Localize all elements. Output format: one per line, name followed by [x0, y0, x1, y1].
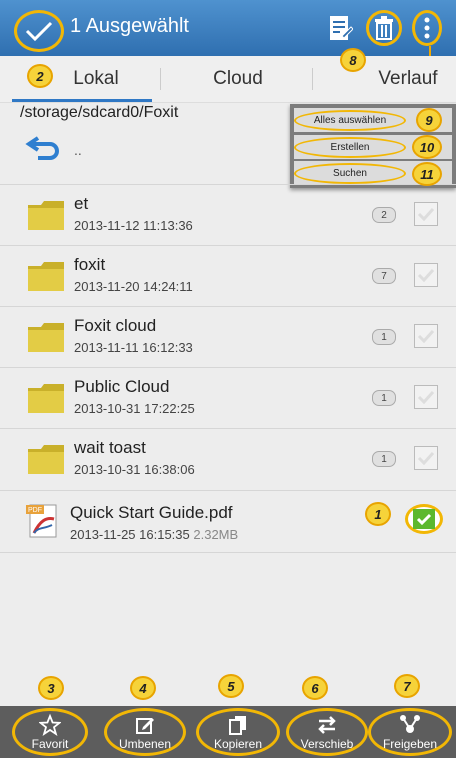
favorite-button[interactable]: Favorit — [12, 708, 88, 756]
folder-icon — [28, 201, 64, 230]
rename-label: Umbenen — [118, 737, 172, 751]
back-arrow-icon[interactable] — [24, 134, 64, 165]
favorite-label: Favorit — [31, 737, 69, 751]
star-icon — [39, 713, 61, 736]
list-item-folder[interactable]: Public Cloud 2013-10-31 17:22:25 1 — [0, 367, 456, 429]
checkbox-fill — [413, 509, 435, 529]
item-count-badge: 7 — [372, 268, 396, 284]
checkmark-icon — [417, 451, 435, 465]
menu-item-label: Erstellen — [294, 136, 406, 158]
callout-marker: 5 — [218, 674, 244, 698]
move-button[interactable]: Verschieb — [286, 708, 368, 756]
overflow-menu-icon[interactable] — [412, 10, 442, 46]
tab-cloud[interactable]: Cloud — [168, 56, 308, 102]
selection-title: 1 Ausgewählt — [70, 15, 189, 37]
callout-marker: 2 — [27, 64, 53, 88]
select-checkbox[interactable] — [414, 446, 438, 470]
file-date: 2013-11-20 14:24:11 — [74, 279, 193, 294]
parent-folder-label[interactable]: .. — [74, 142, 82, 158]
copy-button[interactable]: Kopieren — [196, 708, 280, 756]
checkmark-icon — [417, 390, 435, 404]
callout-marker: 9 — [416, 108, 442, 132]
trash-icon[interactable] — [366, 10, 402, 46]
checkmark-icon — [417, 329, 435, 343]
document-edit-icon[interactable] — [322, 10, 358, 46]
file-date: 2013-11-25 16:15:35 — [70, 527, 190, 542]
file-date: 2013-10-31 16:38:06 — [74, 462, 195, 477]
tab-verlauf-label: Verlauf — [378, 68, 438, 89]
tab-divider — [312, 68, 313, 90]
file-name: et — [74, 194, 89, 213]
list-item-folder[interactable]: Foxit cloud 2013-11-11 16:12:33 1 — [0, 306, 456, 368]
select-checkbox[interactable] — [414, 385, 438, 409]
file-size: 2.32MB — [193, 527, 239, 542]
checkmark-icon[interactable] — [14, 10, 64, 52]
item-count-badge: 1 — [372, 390, 396, 406]
list-item-folder[interactable]: foxit 2013-11-20 14:24:11 7 — [0, 245, 456, 307]
callout-marker: 7 — [394, 674, 420, 698]
callout-marker: 11 — [412, 162, 442, 186]
active-tab-indicator — [12, 99, 152, 102]
file-name: Public Cloud — [74, 377, 170, 396]
callout-marker: 3 — [38, 676, 64, 700]
callout-marker: 6 — [302, 676, 328, 700]
select-checkbox[interactable] — [414, 324, 438, 348]
checkmark-icon — [417, 268, 435, 282]
item-count-badge: 1 — [372, 329, 396, 345]
file-date: 2013-10-31 17:22:25 — [74, 401, 195, 416]
callout-marker: 1 — [365, 502, 391, 526]
copy-label: Kopieren — [213, 737, 263, 751]
file-name: wait toast — [74, 438, 146, 457]
bottom-toolbar: Favorit Umbenen Kopieren Verschieb Freig… — [0, 706, 456, 758]
checkmark-icon — [416, 513, 432, 525]
checkmark-icon — [417, 207, 435, 221]
copy-icon — [229, 716, 246, 735]
tab-cloud-label: Cloud — [213, 68, 263, 89]
share-button[interactable]: Freigeben — [368, 708, 452, 756]
rename-icon — [136, 718, 154, 734]
folder-icon — [28, 384, 64, 413]
svg-text:PDF: PDF — [28, 507, 42, 514]
tab-lokal-label: Lokal — [73, 68, 119, 89]
move-label: Verschieb — [300, 737, 354, 751]
move-icon — [318, 716, 336, 734]
folder-icon — [28, 262, 64, 291]
file-date: 2013-11-11 16:12:33 — [74, 340, 193, 355]
file-name: Quick Start Guide.pdf — [70, 503, 233, 522]
select-checkbox[interactable] — [414, 263, 438, 287]
menu-item-label: Suchen — [294, 162, 406, 184]
callout-marker: 10 — [412, 135, 442, 159]
rename-button[interactable]: Umbenen — [104, 708, 186, 756]
file-name: Foxit cloud — [74, 316, 157, 335]
file-name: foxit — [74, 255, 106, 274]
share-icon — [400, 715, 420, 733]
list-item-folder[interactable]: et 2013-11-12 11:13:36 2 — [0, 184, 456, 246]
folder-icon — [28, 445, 64, 474]
item-count-badge: 1 — [372, 451, 396, 467]
current-path: /storage/sdcard0/Foxit — [20, 104, 179, 121]
callout-marker: 4 — [130, 676, 156, 700]
list-item-folder[interactable]: wait toast 2013-10-31 16:38:06 1 — [0, 428, 456, 490]
file-meta: 2013-11-25 16:15:35 2.32MB — [70, 527, 238, 542]
action-bar: 1 Ausgewählt — [0, 0, 456, 56]
select-checkbox-checked[interactable] — [405, 504, 443, 534]
share-label: Freigeben — [382, 737, 438, 751]
tab-bar: Lokal Cloud Verlauf — [0, 56, 456, 103]
file-date: 2013-11-12 11:13:36 — [74, 218, 193, 233]
item-count-badge: 2 — [372, 207, 396, 223]
pdf-file-icon: PDF — [26, 504, 57, 538]
select-checkbox[interactable] — [414, 202, 438, 226]
folder-icon — [28, 323, 64, 352]
tab-divider — [160, 68, 161, 90]
callout-marker: 8 — [340, 48, 366, 72]
menu-item-label: Alles auswählen — [294, 109, 406, 131]
